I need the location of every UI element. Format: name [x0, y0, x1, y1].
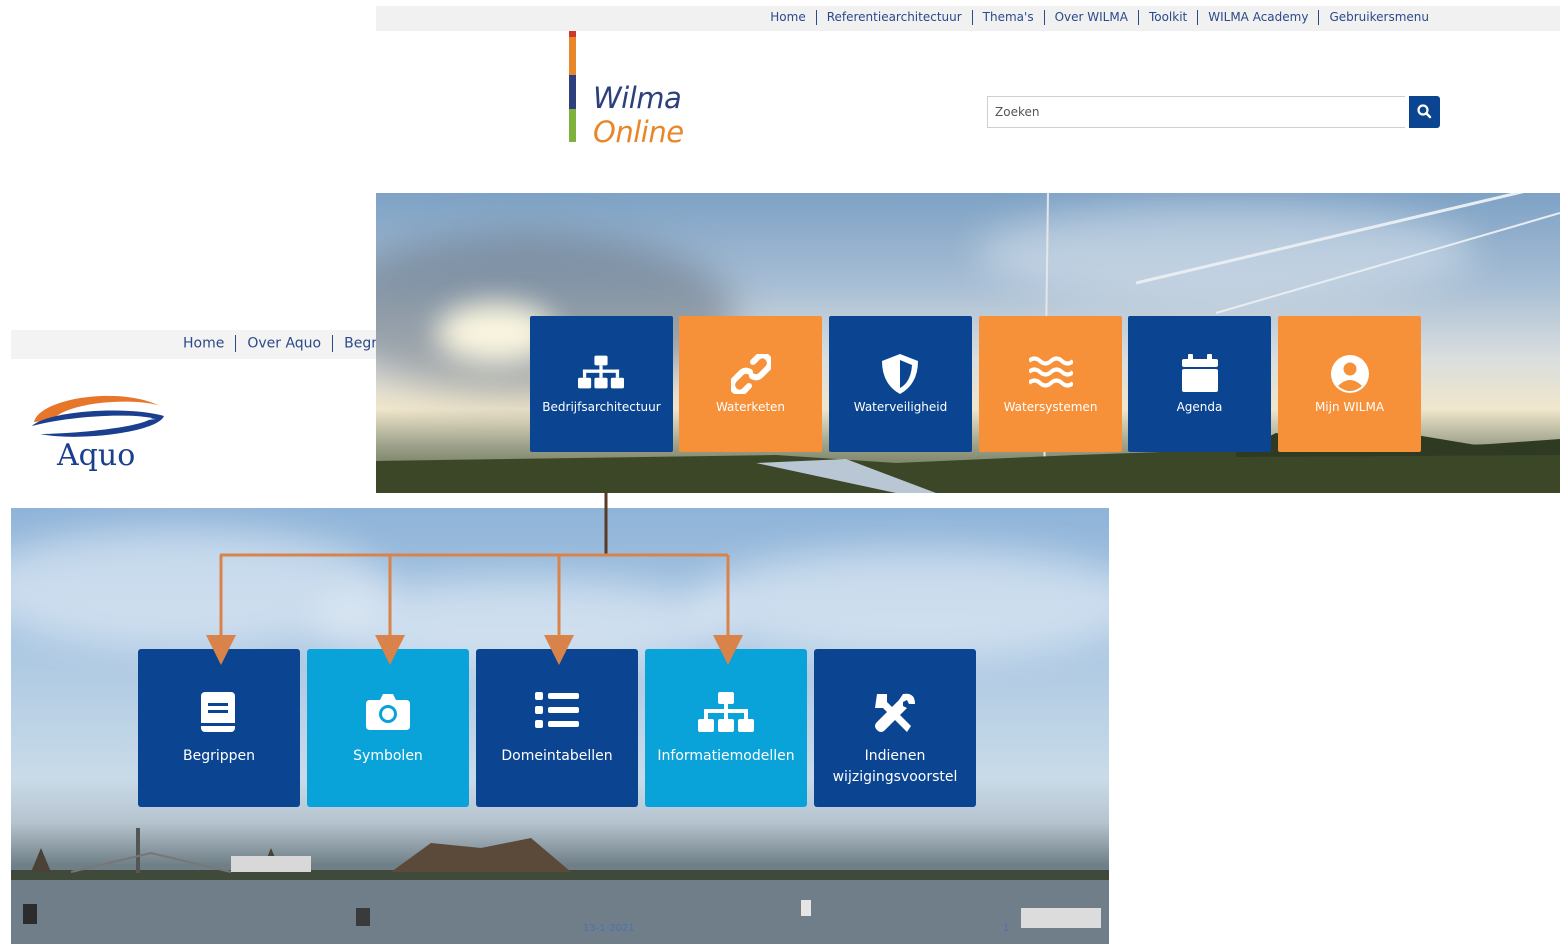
search-button[interactable] [1409, 96, 1440, 128]
user-circle-icon [1331, 355, 1369, 393]
aquo-logo-text: Aquo [57, 438, 136, 473]
tile-label: Waterveiligheid [853, 400, 948, 414]
tools-icon [875, 693, 915, 732]
water-icon [1029, 356, 1073, 388]
tile-label: Begrippen [182, 748, 255, 764]
tile-mijn-wilma[interactable]: Mijn WILMA [1278, 316, 1421, 452]
tile-domeintabellen[interactable]: Domeintabellen [476, 649, 638, 807]
nav-separator [971, 10, 973, 25]
search-icon [1417, 104, 1432, 119]
wilma-nav-referentiearchitectuur[interactable]: Referentiearchitectuur [827, 10, 962, 24]
book-icon [201, 692, 235, 732]
wilma-hero-banner: Bedrijfsarchitectuur Waterketen Watervei… [376, 193, 1560, 493]
sitemap-icon [578, 355, 624, 389]
logo-online-text: Online [593, 115, 684, 149]
wilma-nav-toolkit[interactable]: Toolkit [1149, 10, 1187, 24]
nav-separator [1318, 10, 1320, 25]
tile-begrippen[interactable]: Begrippen [138, 649, 300, 807]
river-landscape-icon [11, 828, 1109, 944]
wilma-nav-over-wilma[interactable]: Over WILMA [1055, 10, 1128, 24]
wilma-top-nav: Home Referentiearchitectuur Thema's Over WI… [376, 6, 1560, 31]
tile-label: Symbolen [353, 748, 423, 764]
tile-label: Domeintabellen [501, 748, 613, 764]
aquo-logo[interactable]: Aquo [30, 388, 168, 480]
aquo-nav-over-aquo[interactable]: Over Aquo [247, 336, 321, 352]
tile-label: Mijn WILMA [1314, 400, 1385, 414]
wilma-page: Home Referentiearchitectuur Thema's Over WI… [376, 0, 1560, 493]
tile-label: Watersystemen [1003, 400, 1098, 414]
slide-page-number: 1 [1003, 923, 1010, 934]
slide-date: 13-1-2021 [583, 923, 635, 934]
nav-separator [235, 335, 237, 352]
search-input[interactable] [987, 96, 1405, 128]
tile-indienen-wijzigingsvoorstel[interactable]: Indienen wijzigingsvoorstel [814, 649, 976, 807]
nav-separator [1137, 10, 1139, 25]
tile-symbolen[interactable]: Symbolen [307, 649, 469, 807]
cloud [691, 548, 1109, 658]
tile-label-line2: wijzigingsvoorstel [832, 769, 958, 785]
search-box [987, 96, 1440, 128]
nav-separator [1197, 10, 1199, 25]
aquo-nav-begrippen[interactable]: Begr [344, 336, 377, 352]
calendar-icon [1182, 354, 1218, 392]
tile-watersystemen[interactable]: Watersystemen [979, 316, 1122, 452]
link-icon [731, 354, 771, 394]
wilma-nav-academy[interactable]: WILMA Academy [1208, 10, 1308, 24]
tile-label: Indienen wijzigingsvoorstel [814, 746, 976, 788]
tile-informatiemodellen[interactable]: Informatiemodellen [645, 649, 807, 807]
camera-icon [366, 694, 410, 730]
nav-separator [332, 335, 334, 352]
tile-waterveiligheid[interactable]: Waterveiligheid [829, 316, 972, 452]
list-icon [535, 692, 579, 728]
shield-icon [882, 354, 918, 394]
logo-bar-segment [569, 37, 576, 75]
tile-label-line1: Indienen [864, 748, 926, 764]
tile-label: Informatiemodellen [657, 748, 795, 764]
tile-agenda[interactable]: Agenda [1128, 316, 1271, 452]
aquo-nav-home[interactable]: Home [183, 336, 224, 352]
tile-label: Agenda [1176, 400, 1223, 414]
wilma-nav-themas[interactable]: Thema's [983, 10, 1034, 24]
wilma-nav-gebruikersmenu[interactable]: Gebruikersmenu [1329, 10, 1429, 24]
logo-wilma-text: Wilma [593, 81, 682, 115]
wilma-nav-home[interactable]: Home [770, 10, 805, 24]
tile-waterketen[interactable]: Waterketen [679, 316, 822, 452]
nav-separator [1043, 10, 1045, 25]
tile-bedrijfsarchitectuur[interactable]: Bedrijfsarchitectuur [530, 316, 673, 452]
aquo-hero-banner: Begrippen Symbolen Domeintabellen Inform… [11, 508, 1109, 944]
nav-separator [815, 10, 817, 25]
tile-label: Bedrijfsarchitectuur [542, 400, 661, 414]
logo-bar-segment [569, 109, 576, 142]
tile-label: Waterketen [715, 400, 786, 414]
sitemap-icon [698, 692, 754, 732]
logo-bar-segment [569, 75, 576, 109]
